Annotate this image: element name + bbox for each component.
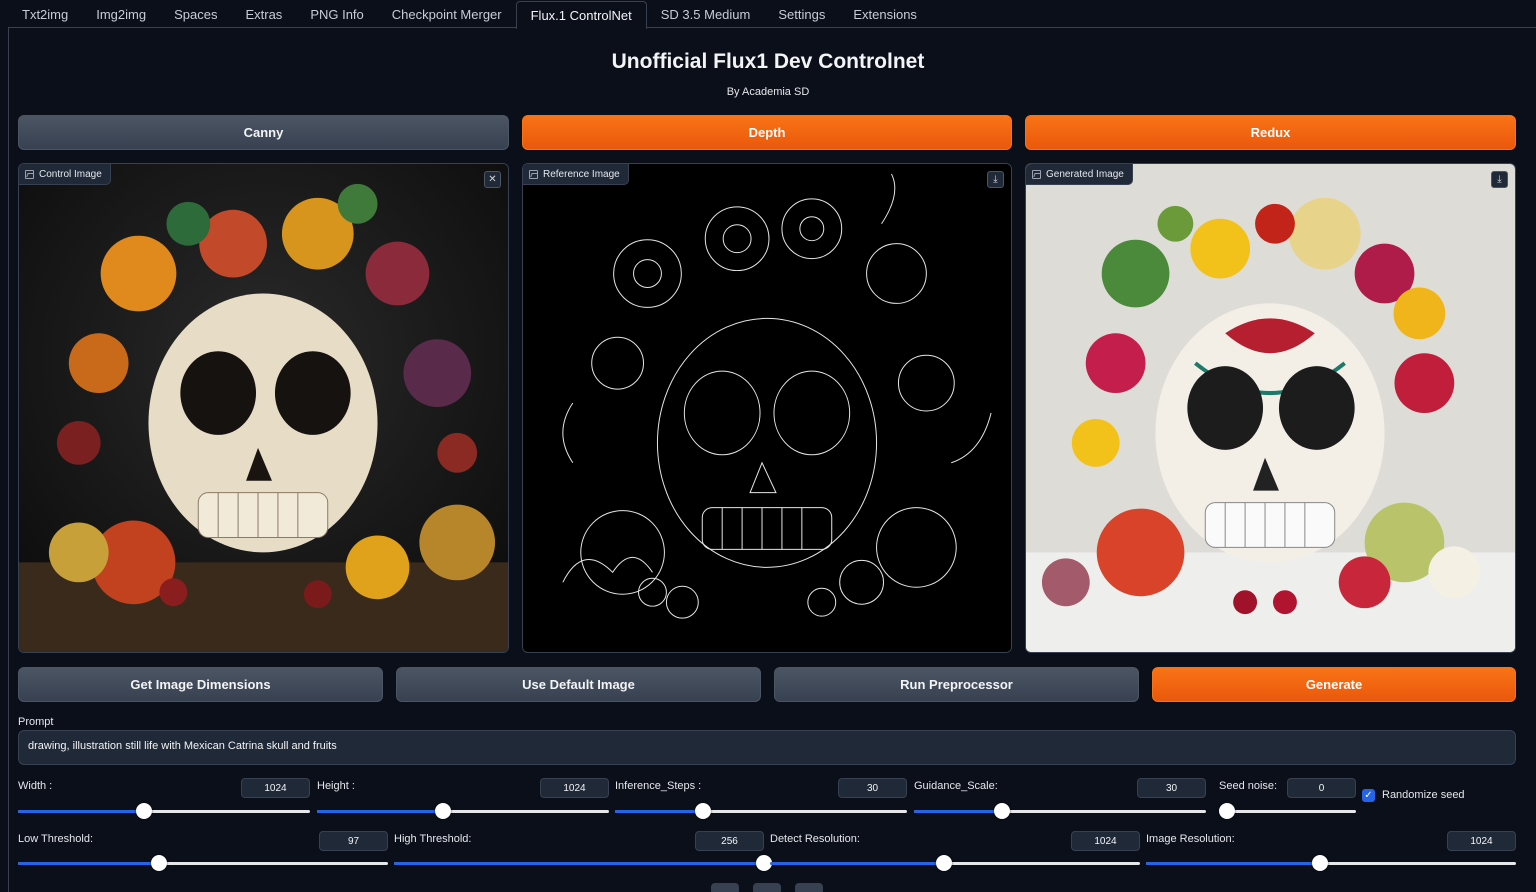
canny-button[interactable]: Canny <box>18 115 509 150</box>
image-icon <box>529 169 538 179</box>
control-image-label: Control Image <box>19 164 111 185</box>
generate-button[interactable]: Generate <box>1152 667 1516 702</box>
seed-noise-slider[interactable] <box>1219 803 1356 819</box>
tab-checkpoint-merger[interactable]: Checkpoint Merger <box>378 0 516 28</box>
generated-image-label: Generated Image <box>1026 164 1133 185</box>
control-image-label-text: Control Image <box>39 168 102 180</box>
detect-resolution-slider[interactable] <box>770 855 1140 871</box>
slider-fill <box>1146 862 1320 865</box>
download-icon[interactable]: ⤓ <box>1491 171 1508 188</box>
slider-fill <box>770 862 944 865</box>
partial-control[interactable] <box>795 883 823 892</box>
tab-bar: Txt2img Img2img Spaces Extras PNG Info C… <box>8 0 931 29</box>
height-input[interactable]: 1024 <box>540 778 609 798</box>
prompt-label: Prompt <box>18 716 54 728</box>
low-threshold-input[interactable]: 97 <box>319 831 388 851</box>
tab-png-info[interactable]: PNG Info <box>296 0 377 28</box>
slider-fill <box>394 862 764 865</box>
control-image <box>19 164 508 652</box>
image-resolution-label: Image Resolution: <box>1146 833 1235 845</box>
partial-control[interactable] <box>711 883 739 892</box>
slider-knob[interactable] <box>434 803 451 819</box>
slider-knob[interactable] <box>935 855 952 871</box>
get-image-dimensions-button[interactable]: Get Image Dimensions <box>18 667 383 702</box>
prompt-input[interactable]: drawing, illustration still life with Me… <box>18 730 1516 765</box>
tab-spaces[interactable]: Spaces <box>160 0 231 28</box>
slider-knob[interactable] <box>150 855 167 871</box>
tab-sd35-medium[interactable]: SD 3.5 Medium <box>647 0 765 28</box>
tab-txt2img[interactable]: Txt2img <box>8 0 82 28</box>
generated-image <box>1026 164 1515 652</box>
tab-img2img[interactable]: Img2img <box>82 0 160 28</box>
width-label: Width : <box>18 780 53 792</box>
page-title: Unofficial Flux1 Dev Controlnet <box>611 50 925 73</box>
page-subtitle: By Academia SD <box>726 86 810 98</box>
slider-fill <box>18 810 144 813</box>
slider-fill <box>18 862 159 865</box>
width-input[interactable]: 1024 <box>241 778 310 798</box>
image-resolution-input[interactable]: 1024 <box>1447 831 1516 851</box>
height-slider[interactable] <box>317 803 609 819</box>
tab-flux-controlnet[interactable]: Flux.1 ControlNet <box>515 1 647 29</box>
image-resolution-slider[interactable] <box>1146 855 1516 871</box>
slider-knob[interactable] <box>1311 855 1328 871</box>
guidance-scale-input[interactable]: 30 <box>1137 778 1206 798</box>
randomize-seed-label: Randomize seed <box>1382 789 1465 801</box>
detect-resolution-input[interactable]: 1024 <box>1071 831 1140 851</box>
slider-knob[interactable] <box>1219 803 1235 819</box>
high-threshold-input[interactable]: 256 <box>695 831 764 851</box>
inference-steps-label: Inference_Steps : <box>615 780 702 792</box>
control-image-panel[interactable]: Control Image ✕ <box>18 163 509 653</box>
close-icon[interactable]: ✕ <box>484 171 501 188</box>
low-threshold-slider[interactable] <box>18 855 388 871</box>
tab-extensions[interactable]: Extensions <box>839 0 931 28</box>
slider-knob[interactable] <box>694 803 711 819</box>
generated-image-label-text: Generated Image <box>1046 168 1124 180</box>
tab-extras[interactable]: Extras <box>231 0 296 28</box>
tab-settings[interactable]: Settings <box>764 0 839 28</box>
slider-fill <box>317 810 443 813</box>
slider-fill <box>914 810 1002 813</box>
detect-resolution-label: Detect Resolution: <box>770 833 860 845</box>
low-threshold-label: Low Threshold: <box>18 833 94 845</box>
partial-control[interactable] <box>753 883 781 892</box>
run-preprocessor-button[interactable]: Run Preprocessor <box>774 667 1139 702</box>
generated-image-panel[interactable]: Generated Image ⤓ <box>1025 163 1516 653</box>
reference-image <box>523 164 1011 652</box>
height-label: Height : <box>317 780 355 792</box>
slider-knob[interactable] <box>135 803 152 819</box>
image-icon <box>1032 169 1041 179</box>
depth-button[interactable]: Depth <box>522 115 1012 150</box>
high-threshold-label: High Threshold: <box>394 833 472 845</box>
seed-noise-label: Seed noise: <box>1219 780 1278 792</box>
reference-image-label: Reference Image <box>523 164 629 185</box>
slider-track <box>1227 810 1356 813</box>
width-slider[interactable] <box>18 803 310 819</box>
redux-button[interactable]: Redux <box>1025 115 1516 150</box>
reference-image-label-text: Reference Image <box>543 168 620 180</box>
seed-noise-input[interactable]: 0 <box>1287 778 1356 798</box>
inference-steps-input[interactable]: 30 <box>838 778 907 798</box>
image-icon <box>25 169 34 179</box>
randomize-seed-checkbox[interactable]: ✓ <box>1362 789 1375 802</box>
guidance-scale-slider[interactable] <box>914 803 1206 819</box>
high-threshold-slider[interactable] <box>394 855 772 871</box>
download-icon[interactable]: ⤓ <box>987 171 1004 188</box>
use-default-image-button[interactable]: Use Default Image <box>396 667 761 702</box>
guidance-scale-label: Guidance_Scale: <box>914 780 998 792</box>
slider-knob[interactable] <box>993 803 1010 819</box>
inference-steps-slider[interactable] <box>615 803 907 819</box>
slider-fill <box>615 810 703 813</box>
reference-image-panel[interactable]: Reference Image ⤓ <box>522 163 1012 653</box>
